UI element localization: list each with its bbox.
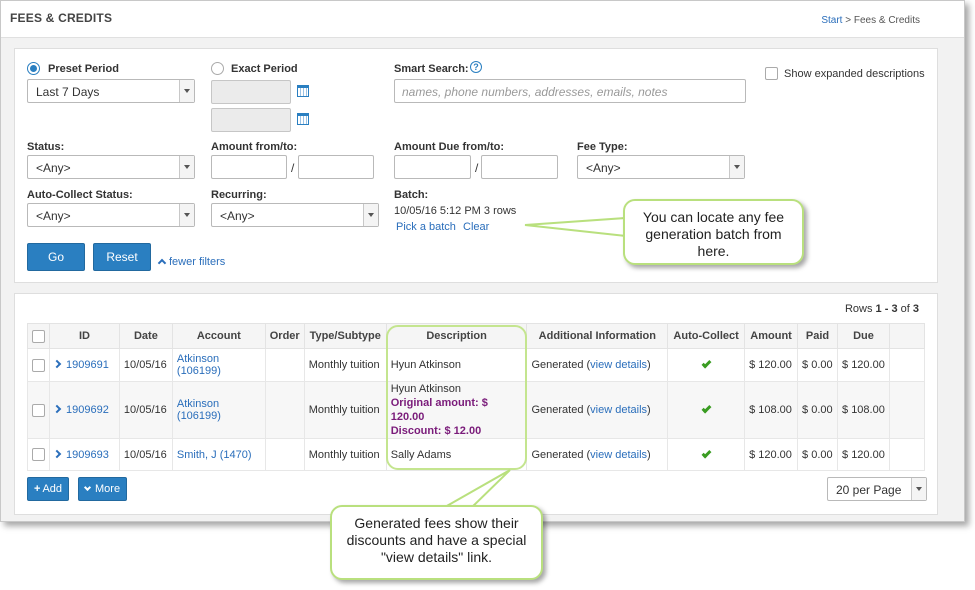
fees-callout: Generated fees show their discounts and … (330, 505, 543, 580)
callout-pointers (434, 216, 627, 512)
batch-callout-pointer (524, 216, 627, 238)
batch-callout: You can locate any fee generation batch … (623, 199, 804, 265)
